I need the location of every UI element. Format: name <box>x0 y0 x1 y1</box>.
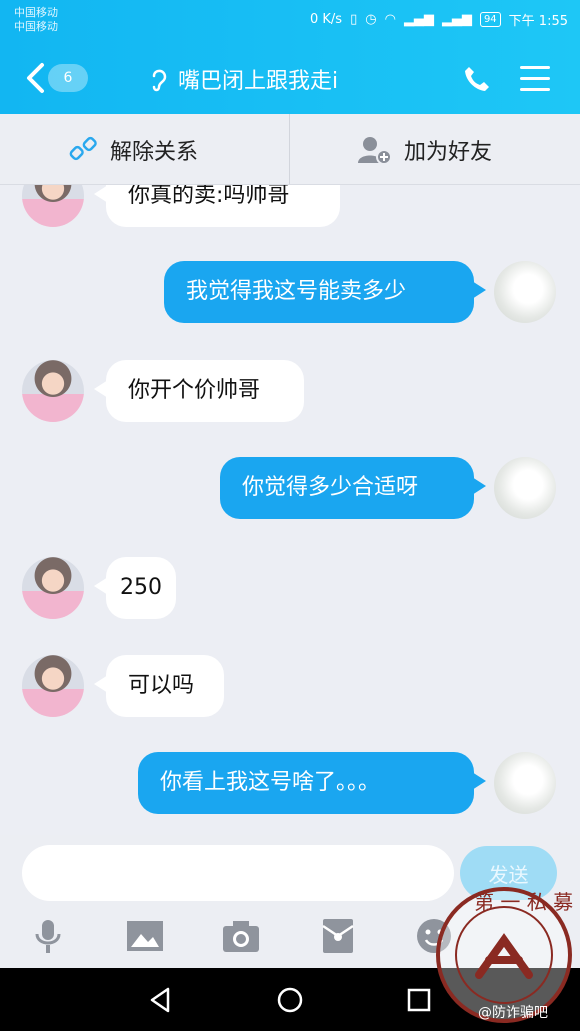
contact-avatar[interactable] <box>22 360 84 422</box>
add-friend-icon <box>358 137 392 165</box>
chat-title: 嘴巴闭上跟我走i <box>150 64 410 94</box>
microphone-icon[interactable] <box>28 916 68 956</box>
svg-text:第 一 私 募: 第 一 私 募 <box>474 890 573 914</box>
unlink-button[interactable]: 解除关系 <box>68 134 198 166</box>
message-bubble-outgoing[interactable]: 你看上我这号啥了。。。 <box>138 752 486 814</box>
back-arrow-icon[interactable] <box>24 62 46 94</box>
ear-icon[interactable] <box>150 66 168 92</box>
message-bubble-incoming[interactable]: 250 <box>94 557 176 619</box>
message-input[interactable] <box>22 845 454 901</box>
self-avatar[interactable] <box>494 752 556 814</box>
action-divider <box>289 114 290 184</box>
menu-icon[interactable] <box>520 66 550 92</box>
phone-call-icon[interactable] <box>462 64 492 94</box>
carrier-1: 中国移动 <box>14 6 58 19</box>
status-time: 下午 1:55 <box>508 14 568 29</box>
add-friend-button[interactable]: 加为好友 <box>358 134 492 166</box>
red-packet-icon[interactable] <box>318 916 358 956</box>
message-bubble-incoming[interactable]: 你开个价帅哥 <box>94 360 304 422</box>
contact-avatar[interactable] <box>22 557 84 619</box>
contact-avatar[interactable] <box>22 185 84 227</box>
alarm-icon: ◷ <box>365 12 377 27</box>
wifi-icon: ◠ <box>384 12 396 27</box>
image-icon[interactable] <box>125 916 165 956</box>
unlink-label: 解除关系 <box>110 140 199 165</box>
top-bar: 中国移动 中国移动 0 K/s ▯ ◷ ◠ ▂▄▆ ▂▄▆ 94 下午 1:55… <box>0 0 580 114</box>
contact-avatar[interactable] <box>22 655 84 717</box>
unread-count-badge[interactable]: 6 <box>48 64 88 92</box>
carrier-2: 中国移动 <box>14 20 58 33</box>
status-carrier: 中国移动 中国移动 <box>14 6 58 34</box>
message-bubble-incoming[interactable]: 你真的卖:吗帅哥 <box>94 185 340 227</box>
unlink-icon <box>69 136 97 161</box>
message-bubble-outgoing[interactable]: 我觉得我这号能卖多少 <box>164 261 486 323</box>
battery-icon: 94 <box>479 12 501 27</box>
self-avatar[interactable] <box>494 261 556 323</box>
watermark-caption: @防诈骗吧 <box>478 1005 548 1021</box>
message-list[interactable]: 你真的卖:吗帅哥 我觉得我这号能卖多少 你开个价帅哥 你觉得多少合适呀 250 … <box>0 185 580 835</box>
self-avatar[interactable] <box>494 457 556 519</box>
network-speed: 0 K/s <box>310 12 343 27</box>
add-friend-label: 加为好友 <box>404 140 493 165</box>
nav-home-icon[interactable] <box>275 985 305 1015</box>
camera-icon[interactable] <box>221 916 261 956</box>
vibrate-icon: ▯ <box>350 12 358 27</box>
signal-icon: ▂▄▆ <box>403 12 434 27</box>
relationship-action-bar: 解除关系 加为好友 <box>0 114 580 185</box>
nav-back-icon[interactable] <box>146 985 176 1015</box>
status-icons: 0 K/s ▯ ◷ ◠ ▂▄▆ ▂▄▆ 94 下午 1:55 <box>310 10 568 29</box>
message-bubble-outgoing[interactable]: 你觉得多少合适呀 <box>220 457 486 519</box>
message-bubble-incoming[interactable]: 可以吗 <box>94 655 224 717</box>
nav-recents-icon[interactable] <box>404 985 434 1015</box>
signal-icon-2: ▂▄▆ <box>441 12 472 27</box>
contact-name: 嘴巴闭上跟我走i <box>178 69 339 94</box>
